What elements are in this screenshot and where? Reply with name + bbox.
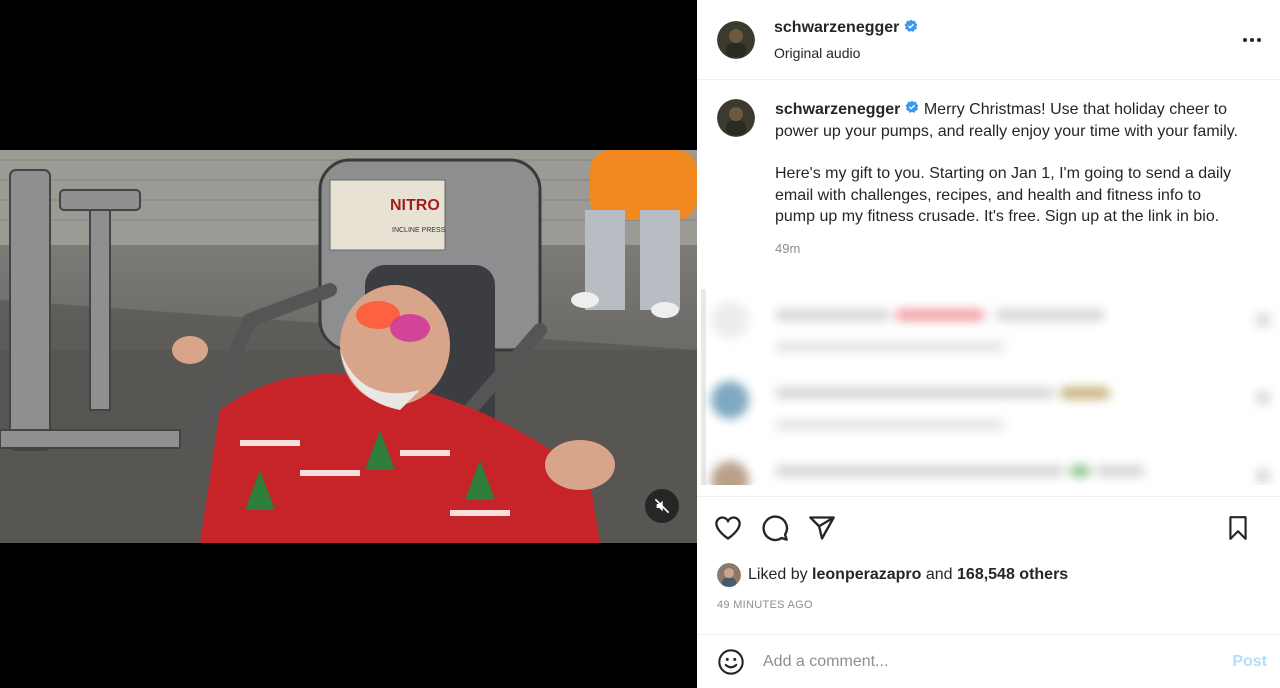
blurred-comments (705, 291, 1280, 485)
liked-by-and: and (925, 566, 953, 583)
action-bar (697, 497, 1280, 559)
author-avatar[interactable] (717, 20, 755, 59)
heart-icon (715, 516, 741, 540)
paper-plane-icon (809, 516, 835, 540)
post-comment-button[interactable]: Post (1232, 653, 1267, 671)
caption: schwarzenegger Merry Christmas! Use that… (697, 81, 1280, 259)
bookmark-icon (1229, 516, 1247, 540)
list-item (705, 371, 1280, 451)
caption-text-p2: Here's my gift to you. Starting on Jan 1… (775, 165, 1232, 225)
caption-username[interactable]: schwarzenegger (775, 99, 919, 121)
save-button[interactable] (1223, 513, 1253, 543)
liked-by-prefix: Liked by (748, 566, 808, 583)
list-item (705, 291, 1280, 371)
media-pane: NITRO INCLINE PRESS (0, 0, 697, 688)
svg-text:INCLINE PRESS: INCLINE PRESS (392, 227, 446, 234)
emoji-icon[interactable] (717, 648, 745, 676)
post-timestamp[interactable]: 49 MINUTES AGO (697, 599, 1280, 611)
post-details-panel: schwarzenegger Original audio schwarzene… (697, 0, 1280, 688)
likes-summary: Liked by leonperazapro and 168,548 other… (697, 563, 1280, 587)
muted-speaker-icon (654, 498, 670, 514)
liked-by-others-link[interactable]: 168,548 others (957, 566, 1068, 584)
comment-input[interactable] (763, 652, 1233, 671)
comment-bubble-icon (762, 515, 789, 542)
author-username-text[interactable]: schwarzenegger (774, 19, 899, 37)
mute-toggle-button[interactable] (645, 489, 679, 523)
like-button[interactable] (713, 513, 743, 543)
caption-username-text[interactable]: schwarzenegger (775, 99, 900, 121)
caption-author-avatar[interactable] (717, 99, 755, 137)
svg-text:NITRO: NITRO (390, 197, 440, 214)
author-username[interactable]: schwarzenegger (774, 19, 918, 38)
verified-badge-icon (905, 99, 919, 121)
comments-scroll-area[interactable]: schwarzenegger Merry Christmas! Use that… (697, 81, 1280, 485)
caption-age[interactable]: 49m (775, 238, 1245, 260)
comment-button[interactable] (760, 513, 790, 543)
add-comment-box: Post (697, 634, 1280, 688)
more-options-icon[interactable] (1240, 28, 1264, 52)
liked-by-user-link[interactable]: leonperazapro (812, 566, 921, 584)
share-button[interactable] (807, 513, 837, 543)
post-actions-section: Liked by leonperazapro and 168,548 other… (697, 496, 1280, 611)
video-player[interactable]: NITRO INCLINE PRESS (0, 150, 697, 543)
liker-avatar[interactable] (717, 563, 741, 587)
video-frame: NITRO INCLINE PRESS (0, 150, 697, 543)
list-item (705, 451, 1280, 485)
audio-label[interactable]: Original audio (774, 45, 918, 61)
verified-badge-icon (904, 19, 918, 38)
post-header: schwarzenegger Original audio (697, 0, 1280, 80)
